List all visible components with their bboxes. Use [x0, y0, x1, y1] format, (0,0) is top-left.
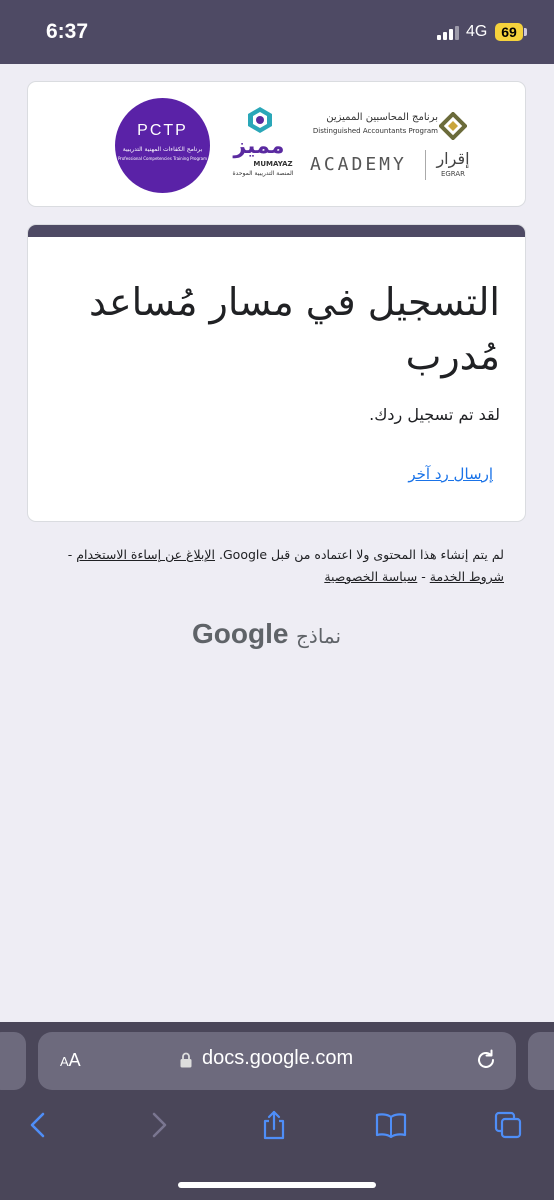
forward-icon[interactable] [143, 1110, 173, 1140]
browser-toolbar [0, 1094, 554, 1200]
dap-title-en: Distinguished Accountants Program [312, 127, 438, 135]
mumayaz-subtitle: المنصة التدريبية الموحدة [232, 170, 294, 177]
mumayaz-logo: مميز MUMAYAZ المنصة التدريبية الموحدة [228, 104, 298, 184]
disclaimer-text: لم يتم إنشاء هذا المحتوى ولا اعتماده من … [219, 547, 504, 562]
confirmation-card: التسجيل في مسار مُساعد مُدرب لقد تم تسجي… [27, 224, 526, 522]
egrar-name-ar: إقرار [436, 149, 470, 168]
submit-another-response-link[interactable]: إرسال رد آخر [408, 465, 493, 483]
text-size-button[interactable]: AA [60, 1050, 81, 1071]
lock-icon [180, 1052, 192, 1068]
google-wordmark: Google [192, 618, 289, 649]
battery-indicator: 69 [495, 23, 523, 41]
google-forms-logo[interactable]: Google نماذج [192, 618, 364, 654]
pctp-logo: PCTP برنامج الكفاءات المهنية التدريبية P… [115, 98, 210, 193]
mumayaz-icon [248, 107, 272, 133]
footer-separator: - [421, 569, 426, 584]
pctp-subtitle-en: Professional Competencies Training Progr… [117, 156, 208, 161]
footer-separator: - [67, 547, 73, 562]
battery-tip-icon [524, 28, 527, 36]
confirmation-message: لقد تم تسجيل ردك. [369, 405, 500, 424]
url-text: docs.google.com [202, 1047, 354, 1069]
dap-title-ar: برنامج المحاسبين المميزين [326, 112, 438, 123]
pctp-subtitle-ar: برنامج الكفاءات المهنية التدريبية [122, 146, 203, 153]
card-accent-bar [28, 225, 525, 237]
signal-icon [437, 26, 459, 40]
address-bar[interactable]: AA docs.google.com [38, 1032, 516, 1090]
back-icon[interactable] [24, 1110, 54, 1140]
footer-disclaimer: لم يتم إنشاء هذا المحتوى ولا اعتماده من … [40, 544, 504, 588]
tabs-icon[interactable] [493, 1110, 523, 1140]
egrar-name-en: EGRAR [440, 170, 466, 178]
form-title: التسجيل في مسار مُساعد مُدرب [89, 280, 500, 378]
terms-link[interactable]: شروط الخدمة [430, 569, 504, 584]
pctp-title: PCTP [137, 122, 188, 139]
share-icon[interactable] [259, 1110, 289, 1140]
status-time: 6:37 [46, 20, 89, 43]
report-abuse-link[interactable]: الإبلاغ عن إساءة الاستخدام [76, 547, 215, 562]
egrar-icon [439, 112, 467, 140]
logo-divider [425, 150, 426, 180]
home-indicator [178, 1182, 376, 1188]
mumayaz-name-en: MUMAYAZ [253, 160, 293, 168]
egrar-logo: إقرار EGRAR [433, 112, 473, 182]
forms-wordmark: نماذج [296, 624, 342, 648]
previous-tab-peek[interactable] [0, 1032, 26, 1090]
status-bar: 6:37 4G 69 [0, 0, 554, 64]
bookmarks-icon[interactable] [375, 1110, 407, 1140]
mumayaz-name-ar: مميز [233, 134, 285, 159]
reload-icon[interactable] [474, 1048, 498, 1072]
privacy-link[interactable]: سياسة الخصوصية [324, 569, 417, 584]
browser-address-area: AA docs.google.com [0, 1022, 554, 1094]
network-label: 4G [466, 23, 488, 40]
next-tab-peek[interactable] [528, 1032, 554, 1090]
academy-label: ACADEMY [310, 154, 407, 175]
form-header-banner: PCTP برنامج الكفاءات المهنية التدريبية P… [27, 81, 526, 207]
